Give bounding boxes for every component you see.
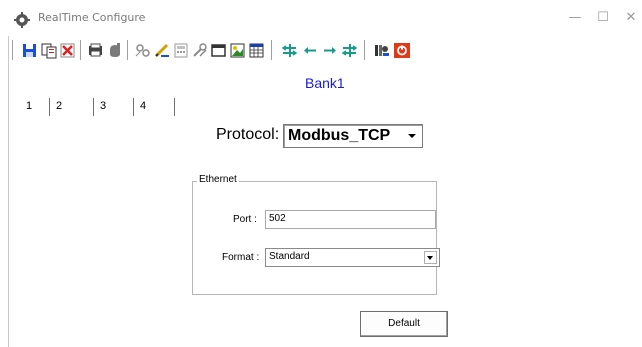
tab-separator — [133, 98, 134, 116]
protocol-select[interactable]: Modbus_TCP — [283, 124, 423, 148]
bank-tabs: 1 2 3 4 — [9, 96, 642, 118]
components-icon[interactable] — [134, 42, 152, 59]
chevron-down-icon — [427, 256, 433, 260]
port-label: Port : — [233, 214, 257, 225]
minimize-button[interactable]: — — [560, 6, 590, 30]
toolbar-separator — [364, 40, 368, 60]
gear-icon — [14, 12, 30, 28]
tab-4[interactable]: 4 — [140, 96, 146, 116]
default-button[interactable]: Default — [360, 311, 448, 337]
bank-title: Bank1 — [305, 75, 345, 91]
calculator-icon[interactable] — [172, 42, 190, 59]
toolbar-separator — [80, 40, 84, 60]
tab-separator — [49, 98, 50, 116]
tab-separator — [174, 98, 175, 116]
format-value: Standard — [269, 251, 310, 262]
align-icon[interactable] — [281, 42, 299, 59]
protocol-label: Protocol: — [216, 126, 280, 143]
distribute-icon[interactable] — [341, 42, 359, 59]
title-bar: RealTime Configure — ☐ ✕ — [0, 0, 642, 36]
config-icon[interactable] — [373, 42, 391, 59]
ethernet-legend: Ethernet — [197, 174, 239, 185]
format-select[interactable]: Standard — [265, 248, 440, 267]
chevron-down-icon — [408, 134, 416, 138]
port-input[interactable]: 502 — [265, 210, 436, 229]
window-icon[interactable] — [210, 42, 228, 59]
tab-2[interactable]: 2 — [56, 96, 62, 116]
save-icon[interactable] — [21, 42, 39, 59]
edit-pencil-icon[interactable] — [153, 42, 171, 59]
copy-icon[interactable] — [40, 42, 58, 59]
toolbar — [9, 36, 642, 64]
window-title: RealTime Configure — [38, 11, 146, 24]
protocol-dropdown-button[interactable] — [405, 128, 420, 145]
toolbar-grip[interactable] — [12, 40, 16, 60]
format-label: Format : — [222, 252, 260, 263]
hand-icon[interactable] — [106, 42, 124, 59]
tools-icon[interactable] — [191, 42, 209, 59]
client-border — [8, 36, 9, 347]
tab-separator — [93, 98, 94, 116]
stop-icon[interactable] — [393, 42, 411, 59]
tab-3[interactable]: 3 — [100, 96, 106, 116]
protocol-value: Modbus_TCP — [288, 127, 391, 144]
image-icon[interactable] — [229, 42, 247, 59]
close-button[interactable]: ✕ — [616, 6, 642, 30]
arrow-left-icon[interactable] — [301, 42, 319, 59]
toolbar-separator — [271, 40, 275, 60]
realtime-configure-window: RealTime Configure — ☐ ✕ Bank1 1 2 3 4 P… — [0, 0, 642, 347]
toolbar-separator — [127, 40, 131, 60]
tab-1[interactable]: 1 — [26, 96, 32, 116]
grid-icon[interactable] — [248, 42, 266, 59]
format-dropdown-button[interactable] — [424, 251, 437, 264]
ethernet-group — [192, 181, 437, 295]
delete-icon[interactable] — [59, 42, 77, 59]
arrow-right-icon[interactable] — [321, 42, 339, 59]
print-preview-icon[interactable] — [87, 42, 105, 59]
maximize-button[interactable]: ☐ — [588, 6, 618, 30]
